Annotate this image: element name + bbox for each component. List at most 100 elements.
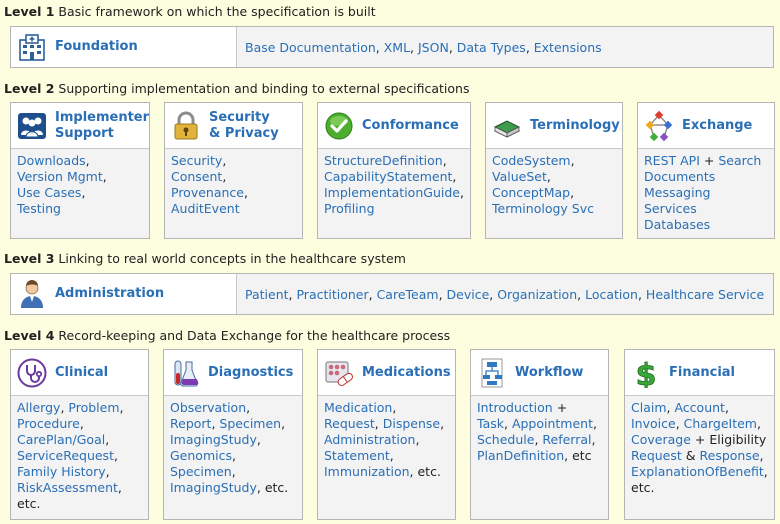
security-privacy-title[interactable]: Security & Privacy xyxy=(209,110,279,142)
link-downloads[interactable]: Downloads xyxy=(17,153,86,168)
link-invoice[interactable]: Invoice xyxy=(631,416,676,431)
link-family-history[interactable]: Family History xyxy=(17,464,106,479)
link-device[interactable]: Device xyxy=(447,287,490,302)
financial-links: Claim, Account, Invoice, ChargeItem, Cov… xyxy=(631,400,768,495)
link-json[interactable]: JSON xyxy=(418,40,449,55)
link-patient[interactable]: Patient xyxy=(245,287,289,302)
link-riskassessment[interactable]: RiskAssessment xyxy=(17,480,118,495)
terminology-title[interactable]: Terminology xyxy=(530,118,620,134)
workflow-title[interactable]: Workflow xyxy=(515,365,583,381)
foundation-header[interactable]: Foundation xyxy=(11,27,237,67)
clinical-title[interactable]: Clinical xyxy=(55,365,108,381)
link-search[interactable]: Search xyxy=(718,153,761,168)
level-4-number: Level 4 xyxy=(4,328,55,343)
link-procedure[interactable]: Procedure xyxy=(17,416,80,431)
financial-header[interactable]: $ Financial xyxy=(625,350,774,396)
link-administration[interactable]: Administration xyxy=(324,432,415,447)
implementer-support-header[interactable]: Implementer Support xyxy=(11,103,149,149)
link-messaging[interactable]: Messaging xyxy=(644,185,710,200)
link-problem[interactable]: Problem xyxy=(68,400,119,415)
link-careplan-goal[interactable]: CarePlan/Goal xyxy=(17,432,105,447)
link-location[interactable]: Location xyxy=(585,287,638,302)
security-privacy-header[interactable]: Security & Privacy xyxy=(165,103,302,149)
link-eligibility-response[interactable]: Response xyxy=(700,448,760,463)
link-data-types[interactable]: Data Types xyxy=(457,40,526,55)
clinical-links: Allergy, Problem, Procedure, CarePlan/Go… xyxy=(17,400,124,511)
conformance-title[interactable]: Conformance xyxy=(362,118,459,134)
link-documents[interactable]: Documents xyxy=(644,169,715,184)
link-valueset[interactable]: ValueSet xyxy=(492,169,547,184)
link-schedule[interactable]: Schedule xyxy=(477,432,534,447)
link-practitioner[interactable]: Practitioner xyxy=(296,287,368,302)
exchange-header[interactable]: Exchange xyxy=(638,103,774,149)
link-profiling[interactable]: Profiling xyxy=(324,201,375,216)
link-request[interactable]: Request xyxy=(324,416,375,431)
link-allergy[interactable]: Allergy xyxy=(17,400,60,415)
link-xml[interactable]: XML xyxy=(384,40,410,55)
link-immunization[interactable]: Immunization xyxy=(324,464,410,479)
link-organization[interactable]: Organization xyxy=(497,287,577,302)
link-careteam[interactable]: CareTeam xyxy=(377,287,439,302)
link-consent[interactable]: Consent xyxy=(171,169,222,184)
level-1-number: Level 1 xyxy=(4,4,55,19)
link-dispense[interactable]: Dispense xyxy=(383,416,440,431)
security-privacy-links: Security, Consent, Provenance, AuditEven… xyxy=(171,153,248,216)
administration-header[interactable]: Administration xyxy=(11,274,237,314)
administration-title[interactable]: Administration xyxy=(55,286,164,302)
medications-title[interactable]: Medications xyxy=(362,365,451,381)
link-servicerequest[interactable]: ServiceRequest xyxy=(17,448,114,463)
workflow-header[interactable]: Workflow xyxy=(471,350,608,396)
link-coverage[interactable]: Coverage xyxy=(631,432,691,447)
link-introduction[interactable]: Introduction xyxy=(477,400,553,415)
link-provenance[interactable]: Provenance xyxy=(171,185,244,200)
foundation-title[interactable]: Foundation xyxy=(55,39,138,55)
link-version-mgmt[interactable]: Version Mgmt xyxy=(17,169,103,184)
link-claim[interactable]: Claim xyxy=(631,400,667,415)
link-healthcare-service[interactable]: Healthcare Service xyxy=(646,287,764,302)
link-structuredefinition[interactable]: StructureDefinition xyxy=(324,153,443,168)
link-observation[interactable]: Observation xyxy=(170,400,246,415)
link-explanationofbenefit[interactable]: ExplanationOfBenefit xyxy=(631,464,764,479)
link-appointment[interactable]: Appointment xyxy=(512,416,593,431)
link-medication[interactable]: Medication xyxy=(324,400,392,415)
medications-box: Medications Medication, Request, Dispens… xyxy=(317,349,456,520)
link-codesystem[interactable]: CodeSystem xyxy=(492,153,571,168)
link-eligibility-request[interactable]: Request xyxy=(631,448,682,463)
clinical-header[interactable]: Clinical xyxy=(11,350,148,396)
link-statement[interactable]: Statement xyxy=(324,448,390,463)
diagnostics-box: Diagnostics Observation, Report, Specime… xyxy=(163,349,303,520)
financial-title[interactable]: Financial xyxy=(669,365,735,381)
link-task[interactable]: Task xyxy=(477,416,504,431)
link-implementationguide[interactable]: ImplementationGuide xyxy=(324,185,460,200)
link-imagingstudy[interactable]: ImagingStudy xyxy=(170,432,257,447)
link-specimen[interactable]: Specimen xyxy=(219,416,281,431)
implementer-support-title[interactable]: Implementer Support xyxy=(55,110,149,142)
link-use-cases[interactable]: Use Cases xyxy=(17,185,81,200)
link-specimen-2[interactable]: Specimen xyxy=(170,464,232,479)
link-account[interactable]: Account xyxy=(674,400,724,415)
link-chargeitem[interactable]: ChargeItem xyxy=(684,416,757,431)
link-security[interactable]: Security xyxy=(171,153,222,168)
link-referral[interactable]: Referral xyxy=(542,432,591,447)
exchange-title[interactable]: Exchange xyxy=(682,118,752,134)
link-terminology-svc[interactable]: Terminology Svc xyxy=(492,201,594,216)
link-auditevent[interactable]: AuditEvent xyxy=(171,201,240,216)
link-plandefinition[interactable]: PlanDefinition xyxy=(477,448,564,463)
link-testing[interactable]: Testing xyxy=(17,201,61,216)
diagnostics-title[interactable]: Diagnostics xyxy=(208,365,293,381)
link-base-documentation[interactable]: Base Documentation xyxy=(245,40,376,55)
terminology-header[interactable]: Terminology xyxy=(486,103,622,149)
link-report[interactable]: Report xyxy=(170,416,211,431)
link-capabilitystatement[interactable]: CapabilityStatement xyxy=(324,169,452,184)
link-extensions[interactable]: Extensions xyxy=(534,40,602,55)
link-imagingstudy-2[interactable]: ImagingStudy xyxy=(170,480,257,495)
diagnostics-header[interactable]: Diagnostics xyxy=(164,350,302,396)
conformance-header[interactable]: Conformance xyxy=(318,103,470,149)
link-databases[interactable]: Databases xyxy=(644,217,710,232)
link-services[interactable]: Services xyxy=(644,201,697,216)
link-conceptmap[interactable]: ConceptMap xyxy=(492,185,570,200)
link-genomics[interactable]: Genomics xyxy=(170,448,232,463)
foundation-panel: Foundation Base Documentation, XML, JSON… xyxy=(10,26,774,68)
medications-header[interactable]: Medications xyxy=(318,350,455,396)
link-rest-api[interactable]: REST API xyxy=(644,153,700,168)
